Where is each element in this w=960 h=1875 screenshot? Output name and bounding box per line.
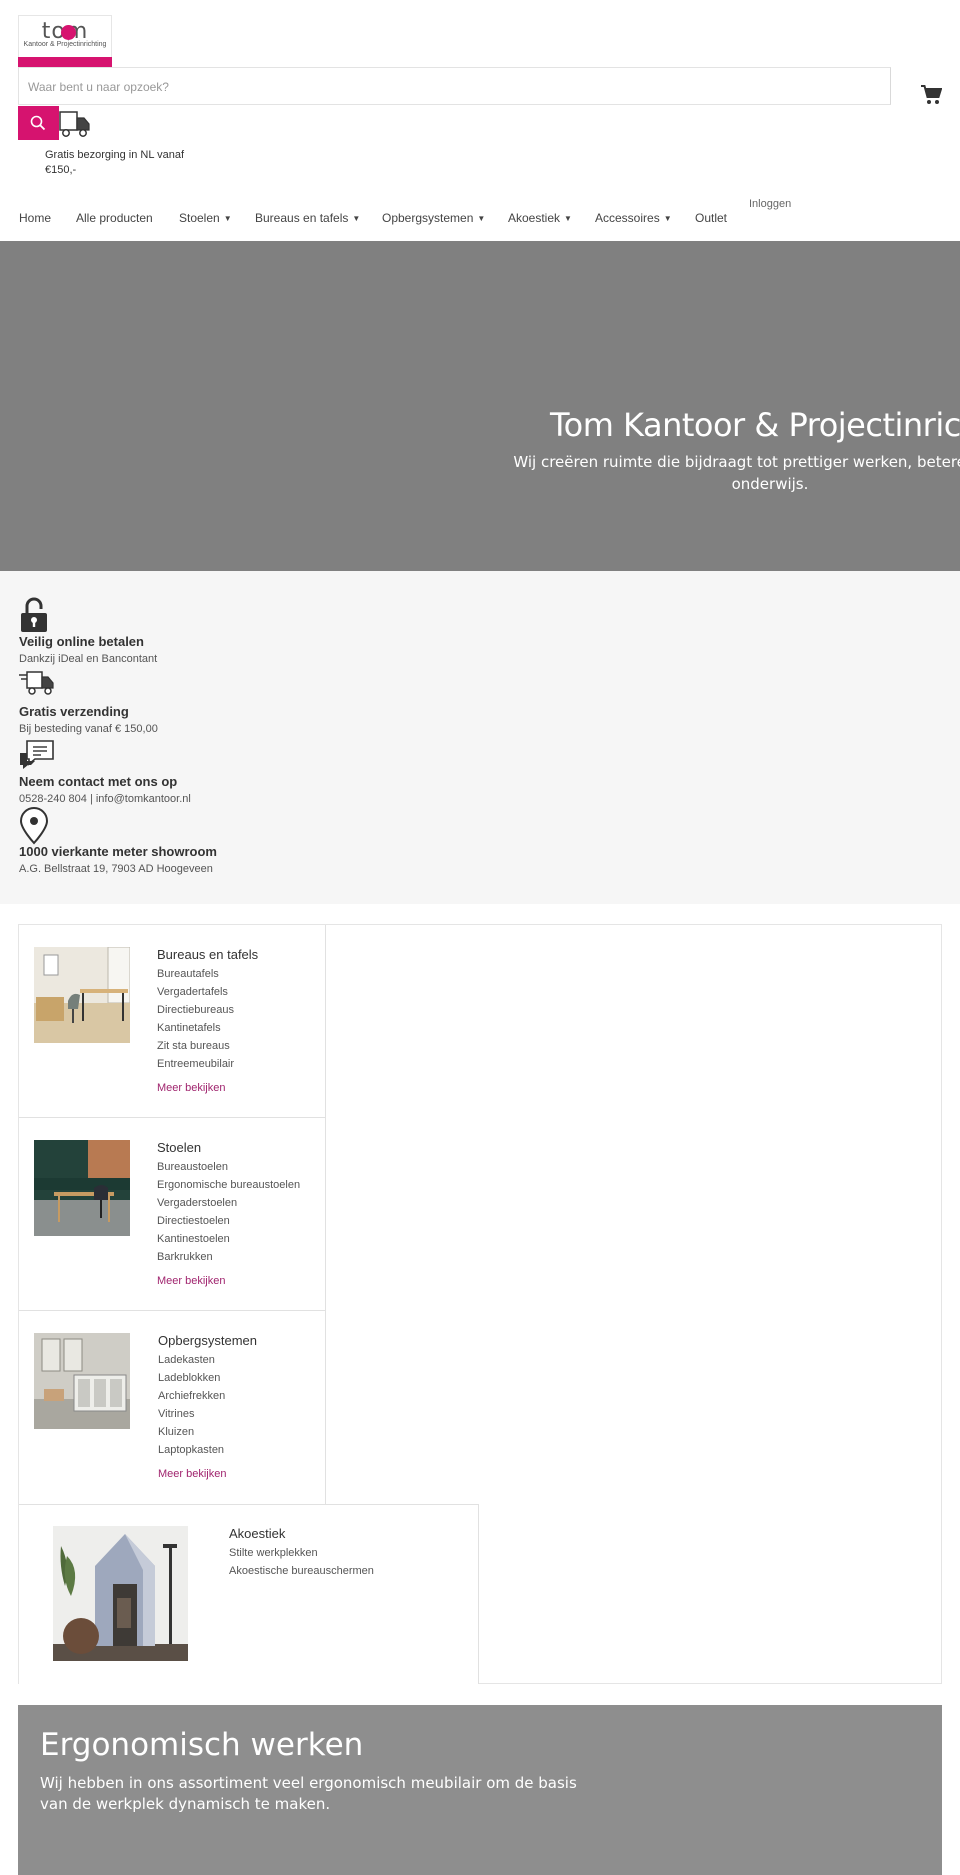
banner-title: Ergonomisch werken: [40, 1727, 364, 1763]
collection-link[interactable]: Stilte werkplekken: [229, 1544, 374, 1562]
nav-item-alle-producten[interactable]: Alle producten: [76, 211, 153, 225]
feature-title: Gratis verzending: [19, 704, 129, 719]
collection-link[interactable]: Kantinetafels: [157, 1019, 234, 1037]
search-icon: [30, 115, 46, 131]
collection-title[interactable]: Stoelen: [157, 1140, 201, 1155]
collection-link[interactable]: Vergadertafels: [157, 983, 234, 1001]
collection-link[interactable]: Ladekasten: [158, 1351, 225, 1369]
search-button[interactable]: [18, 106, 59, 140]
login-link[interactable]: Inloggen: [749, 198, 791, 210]
truck-icon: [59, 111, 90, 137]
collection-links: Bureaustoelen Ergonomische bureaustoelen…: [157, 1158, 300, 1266]
nav-label: Outlet: [695, 211, 728, 225]
collection-link[interactable]: Bureaustoelen: [157, 1158, 300, 1176]
collection-image[interactable]: [53, 1526, 188, 1661]
collection-link[interactable]: Bureautafels: [157, 965, 234, 983]
nav-label: Bureaus en tafels: [255, 211, 349, 225]
nav-item-stoelen[interactable]: Stoelen ▼: [179, 211, 232, 225]
collection-title[interactable]: Bureaus en tafels: [157, 947, 258, 962]
logo-subtitle: Kantoor & Projectinrichting: [23, 41, 107, 48]
collection-link[interactable]: Vergaderstoelen: [157, 1194, 300, 1212]
collection-links: Ladekasten Ladeblokken Archiefrekken Vit…: [158, 1351, 225, 1459]
feature-text: 0528-240 804 | info@tomkantoor.nl: [19, 793, 191, 805]
more-link[interactable]: Meer bekijken: [157, 1082, 225, 1094]
collection-link[interactable]: Ladeblokken: [158, 1369, 225, 1387]
collection-link[interactable]: Laptopkasten: [158, 1441, 225, 1459]
nav-label: Stoelen: [179, 211, 220, 225]
chevron-down-icon: ▼: [223, 214, 232, 223]
nav-label: Alle producten: [76, 211, 153, 225]
collection-link[interactable]: Ergonomische bureaustoelen: [157, 1176, 300, 1194]
hero-subtitle: Wij creëren ruimte die bijdraagt tot pre…: [513, 453, 960, 493]
feature-title: Neem contact met ons op: [19, 774, 178, 789]
collection-link[interactable]: Kantinestoelen: [157, 1230, 300, 1248]
logo[interactable]: tom Kantoor & Projectinrichting: [18, 15, 112, 67]
more-link[interactable]: Meer bekijken: [158, 1468, 226, 1480]
feature-title: 1000 vierkante meter showroom: [19, 844, 217, 859]
nav-item-bureaus-en-tafels[interactable]: Bureaus en tafels ▼: [255, 211, 360, 225]
chevron-down-icon: ▼: [564, 214, 572, 223]
chevron-down-icon: ▼: [352, 214, 361, 223]
collection-link[interactable]: Directiestoelen: [157, 1212, 300, 1230]
feature-text: Dankzij iDeal en Bancontant: [19, 653, 158, 665]
collection-link[interactable]: Vitrines: [158, 1405, 225, 1423]
nav-label: Akoestiek: [508, 211, 561, 225]
collection-card: Stoelen Bureaustoelen Ergonomische burea…: [19, 1118, 326, 1311]
hero-title: Tom Kantoor & Projectinrichting: [550, 406, 960, 444]
chevron-down-icon: ▼: [663, 214, 672, 223]
collection-link[interactable]: Archiefrekken: [158, 1387, 225, 1405]
collection-link[interactable]: Barkrukken: [157, 1248, 300, 1266]
truck-icon: [19, 671, 54, 695]
search-input[interactable]: Waar bent u naar opzoek?: [18, 67, 891, 105]
feature-text: Bij besteding vanaf € 150,00: [19, 723, 158, 735]
collection-card: Opbergsystemen Ladekasten Ladeblokken Ar…: [19, 1311, 326, 1504]
collection-image[interactable]: [34, 947, 130, 1043]
lock-icon: [21, 597, 47, 632]
map-pin-icon: [19, 807, 49, 845]
nav-label: Opbergsystemen: [382, 211, 474, 225]
collection-title[interactable]: Akoestiek: [229, 1526, 285, 1541]
collection-links: Bureautafels Vergadertafels Directiebure…: [157, 965, 234, 1073]
nav-item-opbergsystemen[interactable]: Opbergsystemen ▼: [382, 211, 485, 225]
banner-text: Wij hebben in ons assortiment veel ergon…: [40, 1774, 577, 1813]
ergonomics-banner[interactable]: Ergonomisch werken Wij hebben in ons ass…: [18, 1705, 942, 1875]
more-link[interactable]: Meer bekijken: [157, 1275, 225, 1287]
collection-card: Bureaus en tafels Bureautafels Vergadert…: [19, 925, 326, 1118]
feature-text: A.G. Bellstraat 19, 7903 AD Hoogeveen: [19, 863, 213, 875]
nav-item-accessoires[interactable]: Accessoires ▼: [595, 211, 672, 225]
collection-link[interactable]: Kluizen: [158, 1423, 225, 1441]
collection-title[interactable]: Opbergsystemen: [158, 1333, 257, 1348]
shipping-note: Gratis bezorging in NL vanaf €150,-: [45, 149, 184, 176]
nav-label: Accessoires: [595, 211, 660, 225]
collection-link[interactable]: Directiebureaus: [157, 1001, 234, 1019]
collection-image[interactable]: [34, 1140, 130, 1236]
logo-dot: [61, 25, 76, 40]
cart-icon[interactable]: [920, 84, 942, 106]
logo-accent-bar: [18, 57, 112, 67]
collection-link[interactable]: Zit sta bureaus: [157, 1037, 234, 1055]
feature-title: Veilig online betalen: [19, 634, 144, 649]
collection-card: Akoestiek Stilte werkplekken Akoestische…: [19, 1504, 479, 1684]
nav-item-home[interactable]: Home: [19, 211, 51, 225]
nav-item-outlet[interactable]: Outlet: [695, 211, 727, 225]
collection-link[interactable]: Entreemeubilair: [157, 1055, 234, 1073]
nav-item-akoestiek[interactable]: Akoestiek ▼: [508, 211, 572, 225]
features-section: Veilig online betalen Dankzij iDeal en B…: [0, 571, 960, 904]
collection-link[interactable]: Akoestische bureauschermen: [229, 1562, 374, 1580]
nav-label: Home: [19, 211, 52, 225]
collection-links: Stilte werkplekken Akoestische bureausch…: [229, 1544, 374, 1580]
collection-image[interactable]: [34, 1333, 130, 1429]
chevron-down-icon: ▼: [477, 214, 486, 223]
chat-icon: [20, 740, 54, 769]
hero-banner[interactable]: Tom Kantoor & Projectinrichting Wij creë…: [0, 241, 960, 571]
